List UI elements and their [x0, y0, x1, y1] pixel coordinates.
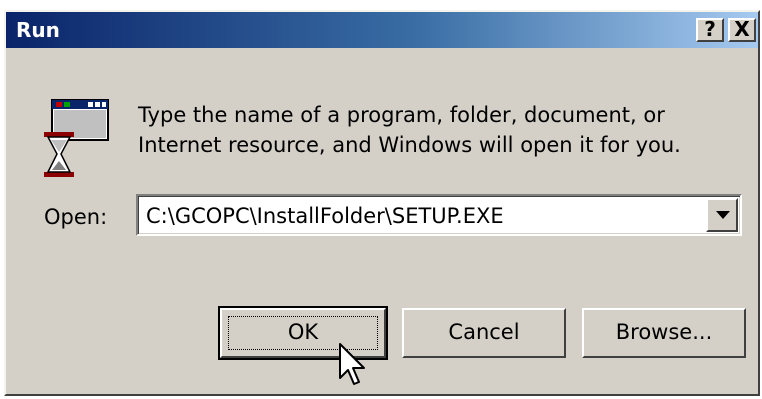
- run-program-icon: [44, 99, 109, 177]
- open-combobox[interactable]: C:\GCOPC\InstallFolder\SETUP.EXE: [136, 194, 742, 236]
- run-dialog: Run ? X Type the name of a program, fold…: [4, 10, 760, 396]
- mouse-pointer-icon: [339, 343, 365, 385]
- instruction-line-2: Internet resource, and Windows will open…: [138, 133, 681, 157]
- browse-button[interactable]: Browse...: [582, 308, 746, 358]
- open-input[interactable]: C:\GCOPC\InstallFolder\SETUP.EXE: [146, 202, 504, 230]
- dropdown-button[interactable]: [706, 198, 738, 232]
- run-instructions: Type the name of a program, folder, docu…: [138, 100, 738, 160]
- title-bar[interactable]: Run ? X: [6, 12, 758, 48]
- cancel-button[interactable]: Cancel: [402, 308, 566, 358]
- chevron-down-icon: [716, 211, 730, 219]
- close-button[interactable]: X: [728, 18, 756, 42]
- help-button[interactable]: ?: [696, 18, 724, 42]
- instruction-line-1: Type the name of a program, folder, docu…: [138, 103, 665, 127]
- window-title: Run: [16, 18, 60, 42]
- open-label: Open:: [44, 205, 108, 229]
